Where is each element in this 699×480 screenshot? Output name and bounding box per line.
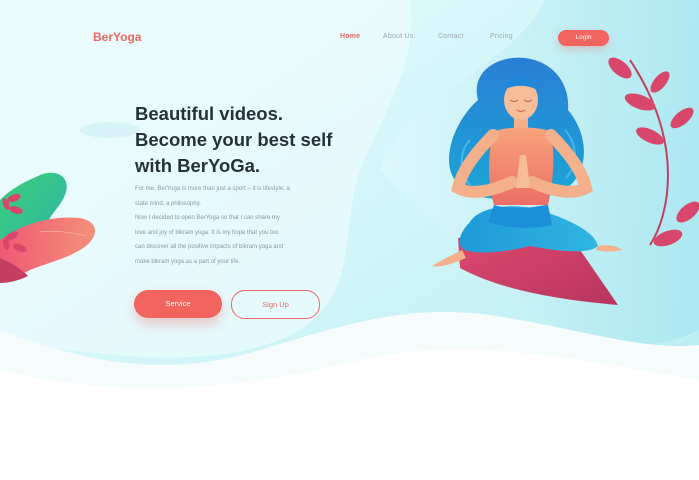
hero-title-line: Become your best self	[135, 129, 333, 150]
description-line: For me, BerYoga is more than just a spor…	[135, 186, 290, 192]
hero-title-line: with BerYoGa.	[135, 155, 261, 176]
description-line: can discover all the positive impacts of…	[135, 244, 284, 251]
description-line: make bikram yoga as a part of your life.	[135, 258, 241, 265]
login-button[interactable]: Login	[558, 30, 609, 46]
sign-up-button[interactable]: Sign Up	[231, 290, 320, 319]
top-navigation: BerYoga Home About Us Contact Pricing Lo…	[0, 30, 699, 50]
hero-description: For me, BerYoga is more than just a spor…	[135, 182, 325, 270]
description-line: Now I decided to open BerYoga so that I …	[135, 215, 280, 222]
service-button[interactable]: Service	[134, 290, 222, 318]
leaf-branch-icon	[608, 57, 699, 247]
brand-logo[interactable]: BerYoga	[93, 30, 141, 44]
nav-link-about-us[interactable]: About Us	[383, 33, 413, 40]
hero-title-line: Beautiful videos.	[135, 103, 284, 124]
hero-title: Beautiful videos. Become your best self …	[135, 101, 365, 179]
nav-link-contact[interactable]: Contact	[438, 33, 464, 40]
nav-link-pricing[interactable]: Pricing	[490, 33, 513, 40]
description-line: state mind, a philosophy.	[135, 200, 201, 207]
landing-page: BerYoga Home About Us Contact Pricing Lo…	[0, 0, 699, 480]
nav-link-home[interactable]: Home	[340, 33, 360, 40]
description-line: love and joy of bikram yoga. It is my ho…	[135, 229, 279, 236]
